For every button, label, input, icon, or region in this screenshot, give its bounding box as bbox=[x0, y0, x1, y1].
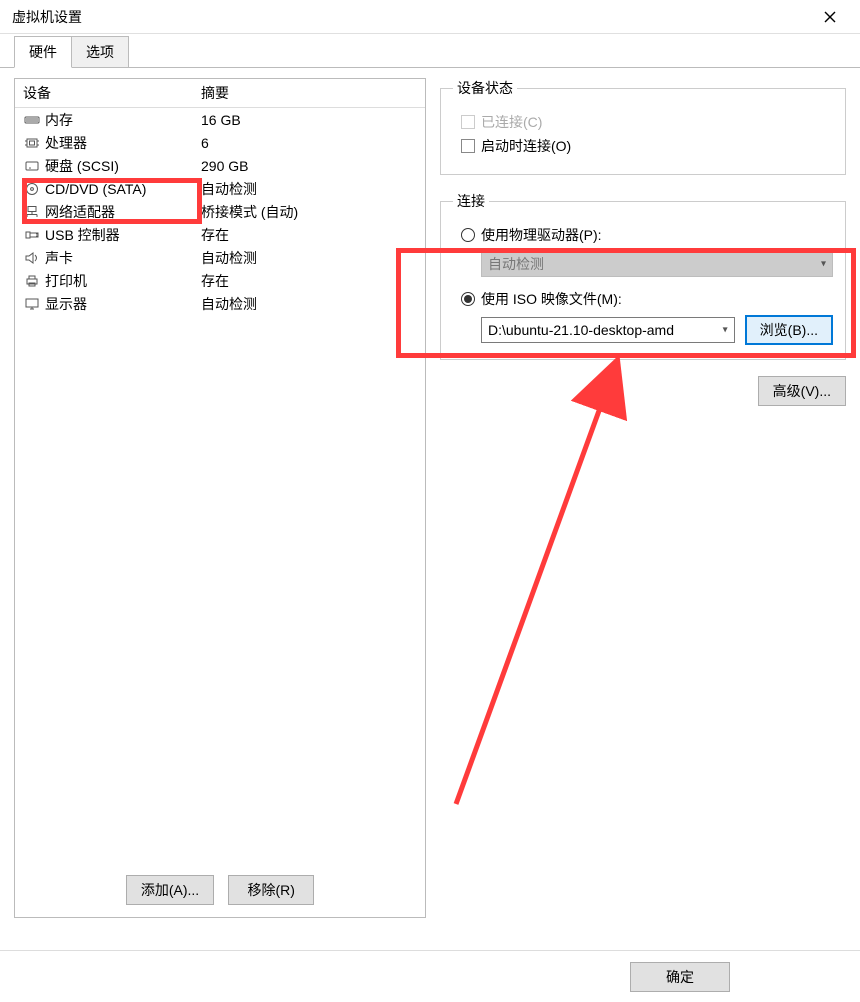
browse-button[interactable]: 浏览(B)... bbox=[745, 315, 833, 345]
device-summary: 存在 bbox=[197, 271, 425, 291]
iso-path-combo[interactable]: D:\ubuntu-21.10-desktop-amd ▾ bbox=[481, 317, 735, 343]
device-name: 硬盘 (SCSI) bbox=[45, 156, 197, 176]
device-status-legend: 设备状态 bbox=[453, 78, 517, 98]
device-row-memory[interactable]: 内存 16 GB bbox=[15, 108, 425, 131]
connection-legend: 连接 bbox=[453, 191, 489, 211]
cd-icon bbox=[23, 180, 41, 198]
device-name: 内存 bbox=[45, 110, 197, 130]
device-row-printer[interactable]: 打印机 存在 bbox=[15, 269, 425, 292]
device-summary: 自动检测 bbox=[197, 179, 425, 199]
connected-checkbox: 已连接(C) bbox=[453, 112, 833, 132]
display-icon bbox=[23, 295, 41, 313]
device-summary: 6 bbox=[197, 135, 425, 151]
usb-icon bbox=[23, 226, 41, 244]
use-iso-radio[interactable]: 使用 ISO 映像文件(M): bbox=[453, 289, 833, 309]
advanced-button[interactable]: 高级(V)... bbox=[758, 376, 846, 406]
header-summary: 摘要 bbox=[197, 83, 425, 103]
printer-icon bbox=[23, 272, 41, 290]
close-button[interactable] bbox=[810, 2, 850, 32]
device-status-group: 设备状态 已连接(C) 启动时连接(O) bbox=[440, 78, 846, 175]
sound-icon bbox=[23, 249, 41, 267]
device-name: 网络适配器 bbox=[45, 202, 197, 222]
device-summary: 自动检测 bbox=[197, 294, 425, 314]
device-panel: 设备 摘要 内存 16 GB 处理器 6 bbox=[14, 78, 426, 918]
device-list[interactable]: 内存 16 GB 处理器 6 硬盘 (SCSI) 290 GB bbox=[15, 108, 425, 865]
device-row-cpu[interactable]: 处理器 6 bbox=[15, 131, 425, 154]
settings-panel: 设备状态 已连接(C) 启动时连接(O) 连接 使用物理驱动器(P): 自动检测… bbox=[440, 78, 846, 918]
connect-poweron-label: 启动时连接(O) bbox=[481, 136, 571, 156]
tab-options[interactable]: 选项 bbox=[72, 36, 129, 68]
checkbox-icon bbox=[461, 139, 475, 153]
disk-icon bbox=[23, 157, 41, 175]
cpu-icon bbox=[23, 134, 41, 152]
tabstrip: 硬件 选项 bbox=[0, 34, 860, 68]
add-button[interactable]: 添加(A)... bbox=[126, 875, 214, 905]
device-name: 打印机 bbox=[45, 271, 197, 291]
checkbox-icon bbox=[461, 115, 475, 129]
remove-button[interactable]: 移除(R) bbox=[228, 875, 314, 905]
device-name: CD/DVD (SATA) bbox=[45, 181, 197, 197]
iso-path-value: D:\ubuntu-21.10-desktop-amd bbox=[488, 322, 674, 338]
device-header: 设备 摘要 bbox=[15, 79, 425, 108]
device-buttons: 添加(A)... 移除(R) bbox=[15, 865, 425, 917]
use-physical-label: 使用物理驱动器(P): bbox=[481, 225, 602, 245]
device-name: 声卡 bbox=[45, 248, 197, 268]
tab-hardware[interactable]: 硬件 bbox=[14, 36, 72, 68]
use-iso-label: 使用 ISO 映像文件(M): bbox=[481, 289, 622, 309]
device-row-disk[interactable]: 硬盘 (SCSI) 290 GB bbox=[15, 154, 425, 177]
device-row-sound[interactable]: 声卡 自动检测 bbox=[15, 246, 425, 269]
network-icon bbox=[23, 203, 41, 221]
device-name: 处理器 bbox=[45, 133, 197, 153]
device-row-cd[interactable]: CD/DVD (SATA) 自动检测 bbox=[15, 177, 425, 200]
window-title: 虚拟机设置 bbox=[12, 7, 82, 27]
connection-group: 连接 使用物理驱动器(P): 自动检测 ▾ 使用 ISO 映像文件(M): D:… bbox=[440, 191, 846, 360]
header-device: 设备 bbox=[15, 83, 197, 103]
chevron-down-icon: ▾ bbox=[723, 325, 728, 336]
ok-button[interactable]: 确定 bbox=[630, 962, 730, 992]
device-summary: 16 GB bbox=[197, 112, 425, 128]
physical-drive-value: 自动检测 bbox=[488, 254, 544, 274]
radio-icon bbox=[461, 292, 475, 306]
device-row-usb[interactable]: USB 控制器 存在 bbox=[15, 223, 425, 246]
device-summary: 桥接模式 (自动) bbox=[197, 202, 425, 222]
footer: 确定 bbox=[0, 950, 860, 1002]
device-row-display[interactable]: 显示器 自动检测 bbox=[15, 292, 425, 315]
connected-label: 已连接(C) bbox=[481, 112, 542, 132]
use-physical-radio[interactable]: 使用物理驱动器(P): bbox=[453, 225, 833, 245]
titlebar: 虚拟机设置 bbox=[0, 0, 860, 34]
device-summary: 290 GB bbox=[197, 158, 425, 174]
device-summary: 自动检测 bbox=[197, 248, 425, 268]
close-icon bbox=[824, 11, 836, 23]
radio-icon bbox=[461, 228, 475, 242]
memory-icon bbox=[23, 111, 41, 129]
chevron-down-icon: ▾ bbox=[821, 259, 826, 270]
device-row-network[interactable]: 网络适配器 桥接模式 (自动) bbox=[15, 200, 425, 223]
device-summary: 存在 bbox=[197, 225, 425, 245]
content: 设备 摘要 内存 16 GB 处理器 6 bbox=[0, 68, 860, 928]
device-name: USB 控制器 bbox=[45, 225, 197, 245]
device-name: 显示器 bbox=[45, 294, 197, 314]
physical-drive-combo: 自动检测 ▾ bbox=[481, 251, 833, 277]
connect-poweron-checkbox[interactable]: 启动时连接(O) bbox=[453, 136, 833, 156]
